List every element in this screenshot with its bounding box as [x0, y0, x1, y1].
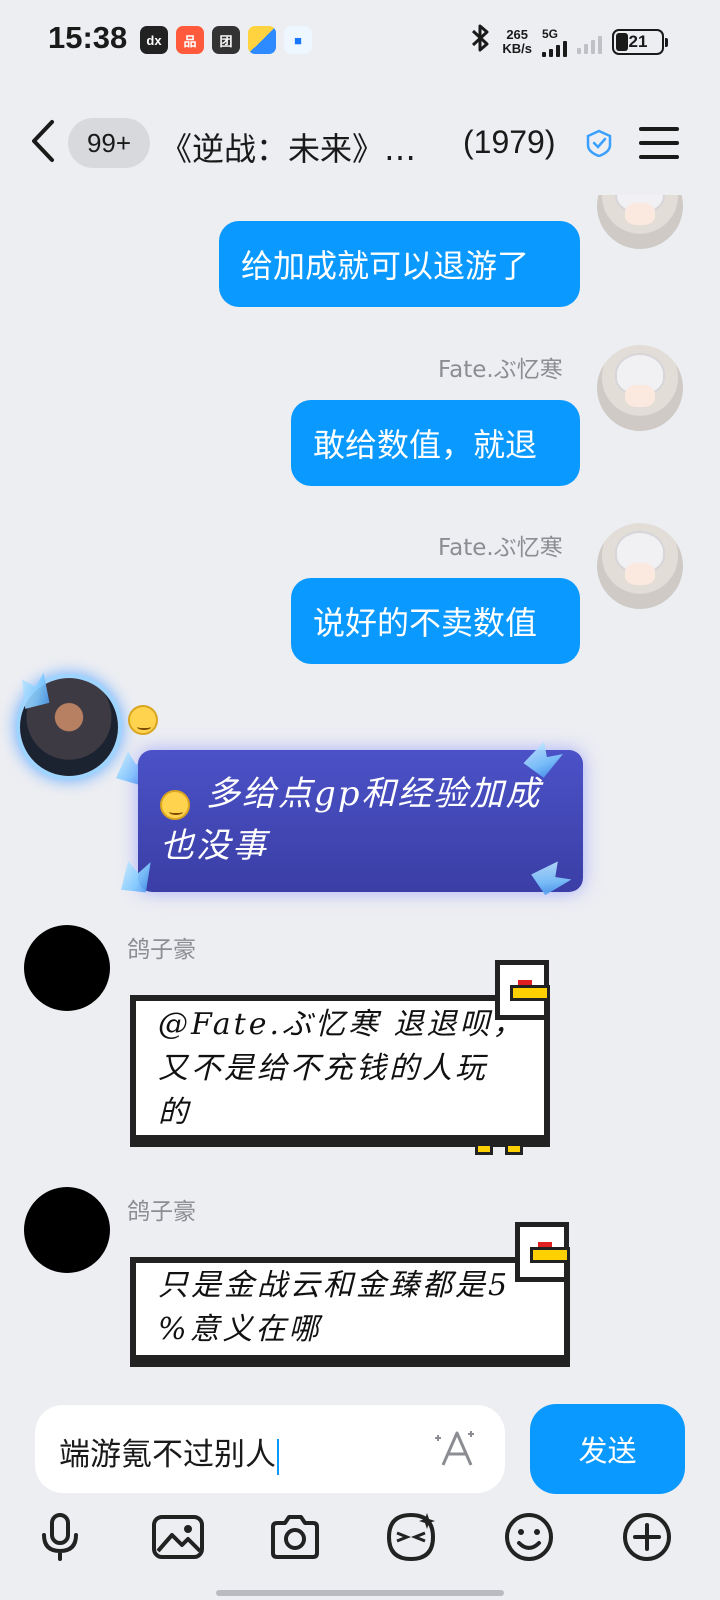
app-notification-icon: ■	[284, 26, 312, 54]
text-style-icon[interactable]	[433, 1427, 477, 1471]
avatar[interactable]	[597, 523, 683, 609]
message-text-line: 只是金战云和金臻都是5	[158, 1268, 511, 1303]
message-text-line: 的	[158, 1095, 191, 1130]
eyeroll-emoji-icon	[128, 705, 158, 735]
hamburger-icon-line	[639, 155, 679, 159]
unread-badge[interactable]: 99+	[68, 118, 150, 168]
network-speed-value: 265	[506, 26, 529, 42]
battery-level: 21	[628, 31, 648, 51]
bluetooth-icon	[470, 22, 492, 61]
text-caret	[277, 1438, 279, 1475]
hamburger-icon-line	[639, 141, 679, 145]
message-bubble[interactable]: 说好的不卖数值	[291, 578, 580, 664]
member-count[interactable]: (1979)	[463, 124, 556, 161]
back-button[interactable]	[28, 118, 58, 174]
hamburger-icon-line	[639, 127, 679, 131]
plus-icon[interactable]	[619, 1509, 675, 1565]
battery-icon: 21	[612, 28, 668, 55]
input-bar: 端游氪不过别人 发送	[0, 1390, 720, 1494]
network-speed: 265 KB/s	[502, 26, 532, 56]
verified-shield-icon	[586, 129, 612, 157]
message-bubble[interactable]: 给加成就可以退游了	[219, 221, 580, 307]
sender-name: Fate.ぶ忆寒	[438, 357, 563, 383]
sender-name: 鸽子豪	[127, 1199, 196, 1225]
camera-icon[interactable]	[267, 1509, 323, 1565]
app-notification-icon	[248, 26, 276, 54]
message-input[interactable]: 端游氪不过别人	[35, 1405, 505, 1493]
input-toolbar	[0, 1505, 720, 1585]
avatar[interactable]	[24, 925, 110, 1011]
signal-bars-secondary-icon	[577, 30, 602, 54]
duck-decoration	[510, 985, 550, 1001]
chat-header: 99+ 《逆战：未来》… (1979)	[0, 96, 720, 192]
duck-decoration	[475, 1143, 493, 1155]
network-speed-unit: KB/s	[502, 40, 532, 56]
app-notification-icon: dx	[140, 26, 168, 54]
emoji-icon[interactable]	[501, 1509, 557, 1565]
message-text-line: %意义在哪	[158, 1312, 322, 1347]
signal-5g: 5G	[542, 27, 567, 57]
avatar[interactable]	[597, 195, 683, 249]
message-input-text: 端游氪不过别人	[59, 1437, 276, 1473]
menu-button[interactable]	[639, 127, 679, 159]
message-list[interactable]: 给加成就可以退游了 Fate.ぶ忆寒 敢给数值，就退 Fate.ぶ忆寒 说好的不…	[0, 195, 720, 1390]
status-indicators: 265 KB/s 5G 21	[470, 22, 668, 61]
message-bubble[interactable]: 敢给数值，就退	[291, 400, 580, 486]
send-button[interactable]: 发送	[530, 1404, 685, 1494]
status-bar: 15:38 dx 品 团 ■ 265 KB/s 5G 21	[0, 0, 720, 80]
home-indicator[interactable]	[216, 1590, 504, 1596]
sender-name: Fate.ぶ忆寒	[438, 535, 563, 561]
status-time: 15:38	[48, 20, 128, 55]
chat-title[interactable]: 《逆战：未来》…	[160, 124, 416, 170]
sticker-icon[interactable]	[383, 1509, 439, 1565]
message-text: 多给点gp和经验加成也没事	[160, 774, 542, 866]
duck-decoration	[505, 1143, 523, 1155]
status-app-icons: dx 品 团 ■	[140, 26, 312, 54]
sender-name: 鸽子豪	[127, 937, 196, 963]
message-input-value[interactable]: 端游氪不过别人	[59, 1429, 279, 1475]
app-notification-icon: 品	[176, 26, 204, 54]
avatar[interactable]	[597, 345, 683, 431]
duck-decoration	[530, 1247, 570, 1263]
chevron-left-icon	[32, 120, 54, 162]
microphone-icon[interactable]	[32, 1509, 88, 1565]
avatar[interactable]	[24, 1187, 110, 1273]
image-icon[interactable]	[150, 1509, 206, 1565]
app-notification-icon: 团	[212, 26, 240, 54]
message-text-line: 又不是给不充钱的人玩	[158, 1051, 488, 1086]
network-type: 5G	[542, 26, 559, 41]
message-text-line: @Fate.ぶ忆寒 退退呗，	[158, 1007, 526, 1042]
signal-bars-icon	[542, 40, 567, 57]
